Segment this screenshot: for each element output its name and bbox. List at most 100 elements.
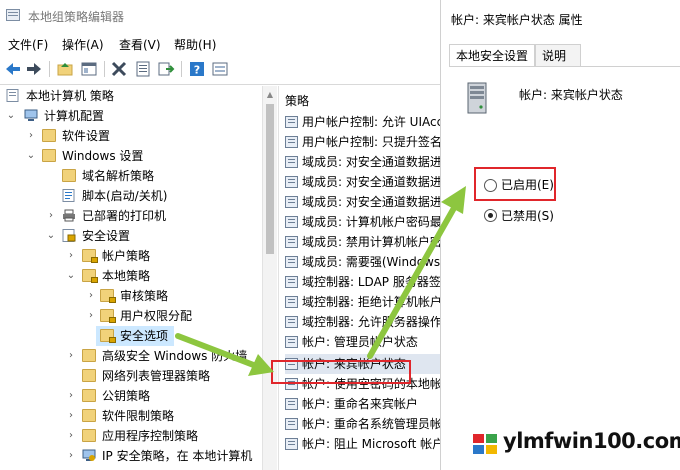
policy-icon xyxy=(285,336,298,348)
policy-icon xyxy=(285,236,298,248)
chevron-right-icon[interactable]: › xyxy=(66,446,76,466)
menu-view[interactable]: 查看(V) xyxy=(119,36,161,53)
policy-icon xyxy=(285,316,298,328)
properties-icon[interactable] xyxy=(134,60,152,78)
tree-item-software-settings[interactable]: › 软件设置 xyxy=(26,126,256,146)
policy-icon xyxy=(285,296,298,308)
app-icon xyxy=(6,9,20,21)
tree-item-public-key-policies[interactable]: › 公钥策略 xyxy=(66,386,256,406)
chevron-right-icon[interactable]: › xyxy=(86,286,96,306)
chevron-down-icon[interactable]: ⌄ xyxy=(26,146,36,166)
dialog-title: 帐户: 来宾帐户状态 属性 xyxy=(451,13,583,27)
title-bar: 本地组策略编辑器 xyxy=(0,0,440,30)
chevron-right-icon[interactable]: › xyxy=(66,386,76,406)
tree-item-user-rights[interactable]: › 用户权限分配 xyxy=(86,306,256,326)
tree-item-local-computer-policy[interactable]: 本地计算机 策略 xyxy=(6,86,256,106)
delete-icon[interactable] xyxy=(110,60,128,78)
highlight-box-enabled xyxy=(474,167,556,201)
folder-icon xyxy=(82,409,96,422)
toolbar: ? xyxy=(0,58,440,80)
policy-icon xyxy=(285,156,298,168)
watermark-text: ylmfwin100.com xyxy=(503,429,680,453)
menu-help[interactable]: 帮助(H) xyxy=(174,36,216,53)
tab-divider xyxy=(449,66,680,67)
chevron-right-icon[interactable]: › xyxy=(66,406,76,426)
tree-item-windows-settings[interactable]: ⌄ Windows 设置 xyxy=(26,146,256,166)
tree-item-ip-security[interactable]: › IP 安全策略，在 本地计算机 xyxy=(66,446,256,466)
chevron-down-icon[interactable]: ⌄ xyxy=(66,266,76,286)
menu-file[interactable]: 文件(F) xyxy=(8,36,48,53)
toolbar-separator xyxy=(49,61,50,77)
lock-folder-icon xyxy=(100,289,116,303)
chevron-right-icon[interactable]: › xyxy=(86,306,96,326)
folder-icon xyxy=(62,169,76,182)
chevron-right-icon[interactable]: › xyxy=(66,346,76,366)
tree-item-deployed-printers[interactable]: › 已部署的打印机 xyxy=(46,206,256,226)
highlight-box-policy xyxy=(271,360,411,384)
extended-view-icon[interactable] xyxy=(211,60,229,78)
up-folder-icon[interactable] xyxy=(56,60,74,78)
policy-list-pane: 策略 用户帐户控制: 允许 UIAccess 用户帐户控制: 只提升签名 域成员… xyxy=(278,86,441,470)
forward-arrow-icon[interactable] xyxy=(25,60,43,78)
tree-item-audit-policy[interactable]: › 审核策略 xyxy=(86,286,256,306)
toolbar-separator xyxy=(181,61,182,77)
toolbar-separator xyxy=(104,61,105,77)
script-icon xyxy=(62,189,75,202)
toolbar-divider xyxy=(0,84,440,85)
tree-item-network-list-manager[interactable]: 网络列表管理器策略 xyxy=(66,366,256,386)
radio-disabled[interactable] xyxy=(484,209,497,222)
tab-local-security-setting[interactable]: 本地安全设置 xyxy=(449,44,535,66)
lock-folder-icon xyxy=(82,249,98,263)
policy-icon xyxy=(285,196,298,208)
back-arrow-icon[interactable] xyxy=(4,60,22,78)
chevron-down-icon[interactable]: ⌄ xyxy=(46,226,56,246)
tab-explain[interactable]: 说明 xyxy=(535,44,581,66)
chevron-right-icon[interactable]: › xyxy=(46,206,56,226)
scroll-up-icon[interactable]: ▲ xyxy=(265,90,275,100)
server-icon xyxy=(467,82,487,114)
policy-icon xyxy=(285,116,298,128)
computer-policy-icon xyxy=(6,89,19,102)
tree-item-security-settings[interactable]: ⌄ 安全设置 xyxy=(46,226,256,246)
policy-icon xyxy=(285,256,298,268)
console-tree: 本地计算机 策略 ⌄ 计算机配置 › 软件设置 ⌄ Windows 设置 域名解… xyxy=(0,86,260,470)
tree-item-app-control[interactable]: › 应用程序控制策略 xyxy=(66,426,256,446)
menu-action[interactable]: 操作(A) xyxy=(62,36,104,53)
policy-name-label: 帐户: 来宾帐户状态 xyxy=(519,88,623,102)
printer-icon xyxy=(63,209,75,222)
window-title: 本地组策略编辑器 xyxy=(28,10,125,24)
policy-column-header[interactable]: 策略 xyxy=(285,92,309,109)
lock-folder-icon xyxy=(100,329,116,343)
tree-item-local-policies[interactable]: ⌄ 本地策略 xyxy=(66,266,256,286)
chevron-right-icon[interactable]: › xyxy=(66,426,76,446)
tree-item-computer-config[interactable]: ⌄ 计算机配置 xyxy=(6,106,256,126)
help-icon[interactable]: ? xyxy=(188,60,206,78)
group-policy-editor-window: 本地组策略编辑器 文件(F) 操作(A) 查看(V) 帮助(H) ? 本地计算机… xyxy=(0,0,441,470)
security-icon xyxy=(62,229,76,242)
tree-scrollbar[interactable]: ▲ xyxy=(262,86,277,470)
show-hide-tree-icon[interactable] xyxy=(80,60,98,78)
policy-icon xyxy=(285,438,298,450)
properties-dialog: 帐户: 来宾帐户状态 属性 本地安全设置 说明 帐户: 来宾帐户状态 已启用(E… xyxy=(440,0,680,470)
radio-disabled-label[interactable]: 已禁用(S) xyxy=(501,207,554,224)
scrollbar-thumb[interactable] xyxy=(266,104,274,254)
lock-folder-icon xyxy=(100,309,116,323)
tree-item-account-policies[interactable]: › 帐户策略 xyxy=(66,246,256,266)
folder-icon xyxy=(42,149,56,162)
chevron-right-icon[interactable]: › xyxy=(26,126,36,146)
folder-icon xyxy=(82,389,96,402)
chevron-right-icon[interactable]: › xyxy=(66,246,76,266)
export-icon[interactable] xyxy=(157,60,175,78)
folder-icon xyxy=(82,429,96,442)
policy-icon xyxy=(285,276,298,288)
tree-item-name-resolution-policy[interactable]: 域名解析策略 xyxy=(46,166,256,186)
tree-item-scripts[interactable]: 脚本(启动/关机) xyxy=(46,186,256,206)
tree-item-advanced-firewall[interactable]: › 高级安全 Windows 防火墙 xyxy=(66,346,256,366)
chevron-down-icon[interactable]: ⌄ xyxy=(6,106,16,126)
lock-folder-icon xyxy=(82,269,98,283)
svg-text:?: ? xyxy=(194,64,200,77)
tree-item-software-restriction[interactable]: › 软件限制策略 xyxy=(66,406,256,426)
computer-config-icon xyxy=(24,109,38,121)
tree-item-security-options[interactable]: 安全选项 xyxy=(96,326,174,346)
policy-icon xyxy=(285,176,298,188)
